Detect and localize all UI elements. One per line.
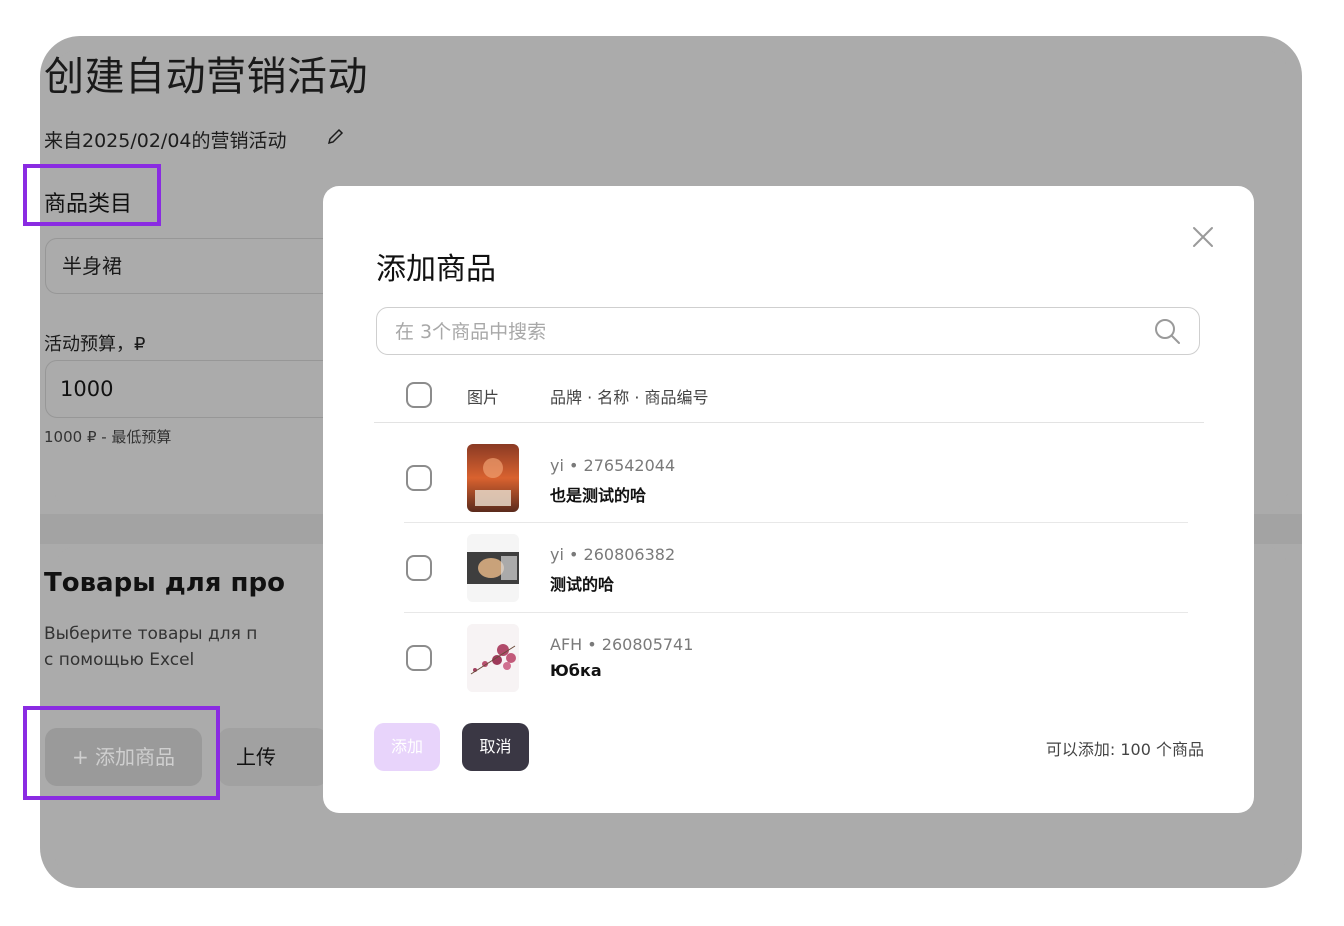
row-checkbox[interactable] <box>406 645 432 671</box>
category-field[interactable]: 半身裙 <box>45 238 345 294</box>
product-name: 也是测试的哈 <box>550 486 647 505</box>
row-divider <box>404 612 1188 613</box>
add-limit-text: 可以添加: 100 个商品 <box>1045 740 1204 759</box>
goods-section-title: Товары для про <box>44 568 285 598</box>
column-header-image: 图片 <box>467 388 500 407</box>
highlight-frame-category <box>23 164 161 226</box>
product-thumbnail <box>467 624 519 692</box>
header-divider <box>374 422 1204 423</box>
row-checkbox[interactable] <box>406 555 432 581</box>
row-checkbox[interactable] <box>406 465 432 491</box>
column-header-info: 品牌 · 名称 · 商品编号 <box>550 388 709 407</box>
page-title: 创建自动营销活动 <box>44 54 368 100</box>
edit-pencil-icon[interactable] <box>326 126 346 146</box>
cancel-button[interactable]: 取消 <box>462 723 529 771</box>
campaign-subtitle: 来自2025/02/04的营销活动 <box>44 130 287 152</box>
budget-hint: 1000 ₽ - 最低预算 <box>44 428 172 446</box>
add-button[interactable]: 添加 <box>374 723 440 771</box>
select-all-checkbox[interactable] <box>406 382 432 408</box>
search-icon[interactable] <box>1153 317 1181 345</box>
product-thumbnail <box>467 444 519 512</box>
budget-label: 活动预算，₽ <box>44 334 146 355</box>
goods-description-line2: с помощью Excel <box>44 650 195 670</box>
search-box <box>376 307 1200 355</box>
search-input[interactable] <box>393 308 1137 355</box>
goods-description: Выберите товары для п <box>44 624 258 644</box>
product-meta: yi • 260806382 <box>550 545 676 564</box>
budget-field[interactable]: 1000 <box>45 360 345 418</box>
product-name: 测试的哈 <box>550 575 615 594</box>
modal-title: 添加商品 <box>376 252 496 287</box>
product-meta: yi • 276542044 <box>550 456 676 475</box>
close-icon[interactable] <box>1190 224 1216 250</box>
upload-button[interactable]: 上传 <box>218 728 328 786</box>
row-divider <box>404 522 1188 523</box>
product-name: Юбка <box>550 661 602 680</box>
highlight-frame-add-goods <box>23 706 220 800</box>
product-meta: AFH • 260805741 <box>550 635 694 654</box>
product-thumbnail <box>467 534 519 602</box>
